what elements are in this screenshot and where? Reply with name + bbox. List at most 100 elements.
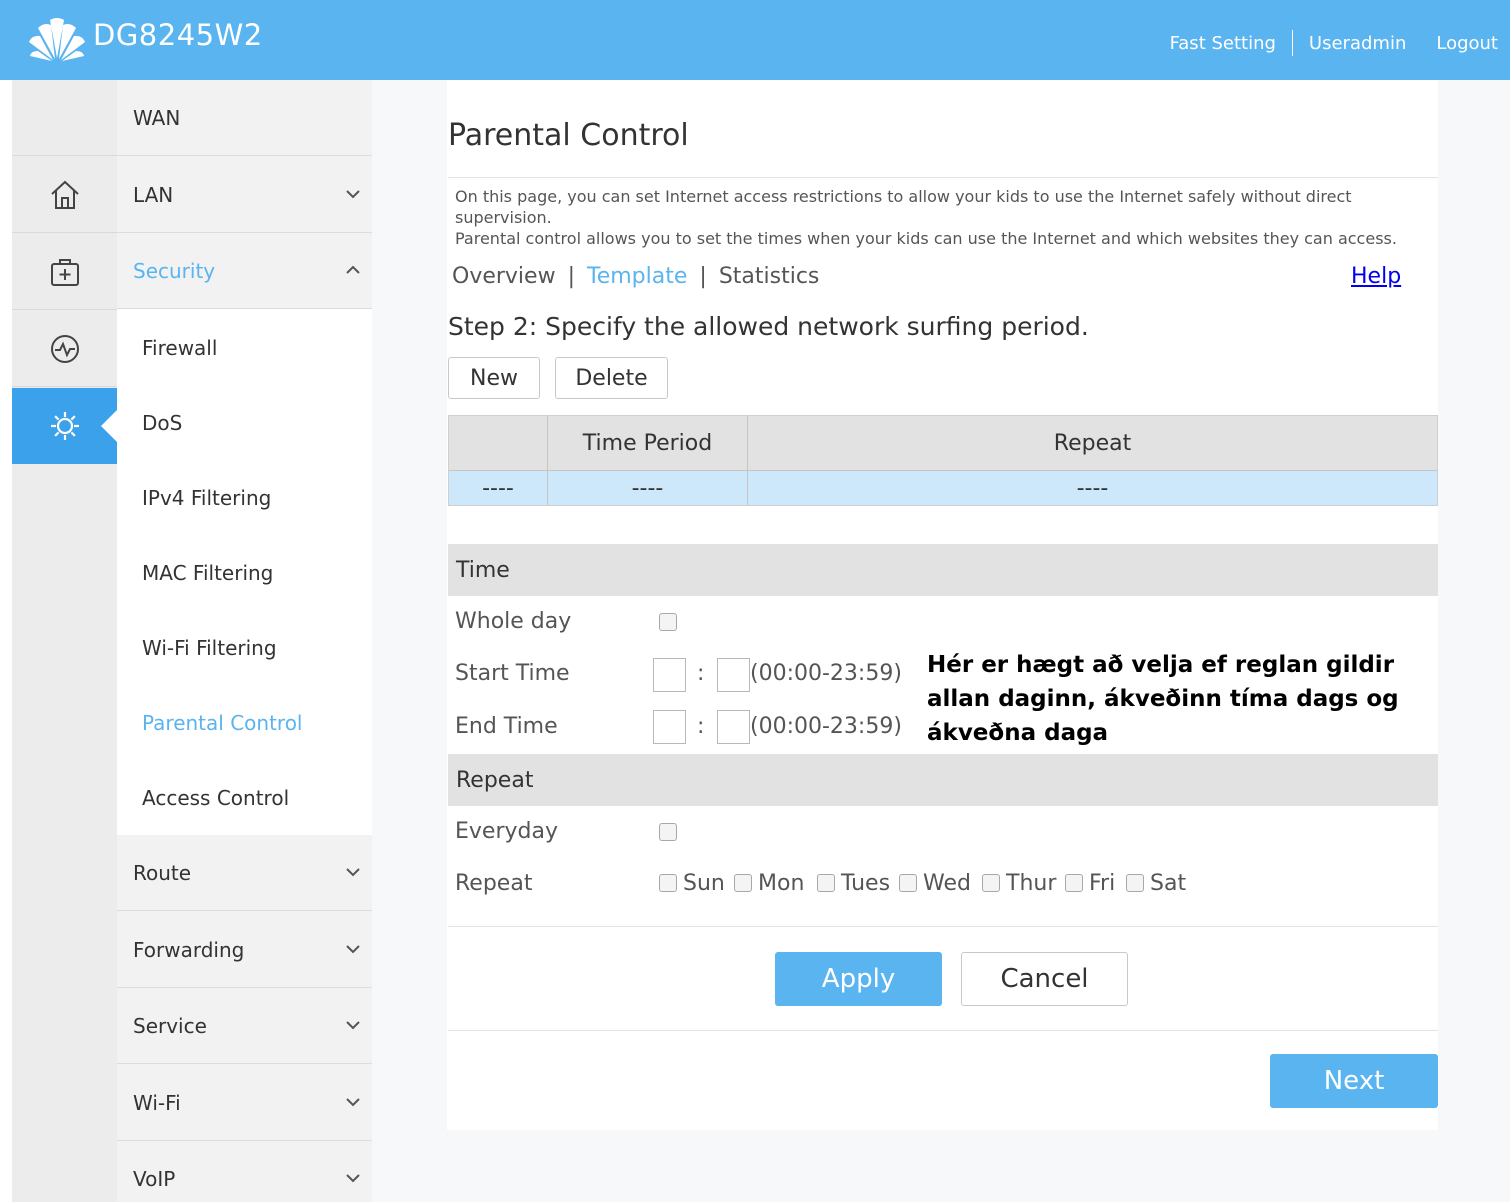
everyday-checkbox[interactable] xyxy=(659,823,677,841)
annotation-note: Hér er hægt að velja ef reglan gildir al… xyxy=(927,648,1427,750)
menu-forwarding[interactable]: Forwarding xyxy=(117,912,372,988)
day-checkbox-wed[interactable] xyxy=(899,874,917,892)
menu-voip[interactable]: VoIP xyxy=(117,1141,372,1202)
day-checkbox-tues[interactable] xyxy=(817,874,835,892)
menu-security[interactable]: Security xyxy=(117,233,372,309)
footer-divider xyxy=(448,1030,1438,1031)
menu-service[interactable]: Service xyxy=(117,988,372,1064)
annotation-line-1: Hér er hægt að velja ef reglan gildir xyxy=(927,652,1395,678)
end-time-label: End Time xyxy=(455,714,558,739)
start-time-label: Start Time xyxy=(455,661,570,686)
row-repeat: ---- xyxy=(1076,475,1109,501)
day-checkbox-sat[interactable] xyxy=(1126,874,1144,892)
day-checkbox-sun[interactable] xyxy=(659,874,677,892)
title-divider xyxy=(448,177,1438,178)
menu-lan-label: LAN xyxy=(133,182,174,207)
annotation-line-2: allan daginn, ákveðinn tíma dags og xyxy=(927,686,1399,712)
menu-security-label: Security xyxy=(133,258,216,283)
column-divider xyxy=(747,416,748,505)
column-divider xyxy=(547,416,548,505)
step-heading: Step 2: Specify the allowed network surf… xyxy=(448,312,1089,341)
day-label-sun: Sun xyxy=(683,871,725,896)
tab-statistics[interactable]: Statistics xyxy=(719,264,820,289)
tab-bar: Overview | Template | Statistics xyxy=(452,264,819,289)
chevron-down-icon xyxy=(346,190,360,199)
apply-button[interactable]: Apply xyxy=(775,952,942,1006)
cancel-button[interactable]: Cancel xyxy=(961,952,1128,1006)
rail-home[interactable] xyxy=(12,157,117,233)
end-time-range: (00:00-23:59) xyxy=(750,714,902,739)
repeat-days-label: Repeat xyxy=(455,871,533,896)
day-checkbox-fri[interactable] xyxy=(1065,874,1083,892)
day-label-fri: Fri xyxy=(1089,871,1116,896)
day-label-tues: Tues xyxy=(841,871,891,896)
home-icon xyxy=(50,180,79,209)
repeat-section-header: Repeat xyxy=(448,754,1438,806)
day-checkbox-thur[interactable] xyxy=(982,874,1000,892)
submenu-parental-control[interactable]: Parental Control xyxy=(142,711,303,735)
day-checkbox-mon[interactable] xyxy=(734,874,752,892)
tab-separator: | xyxy=(567,264,575,289)
start-time-colon: : xyxy=(697,661,705,686)
tab-template[interactable]: Template xyxy=(587,264,687,289)
fast-setting-link[interactable]: Fast Setting xyxy=(1170,33,1276,54)
top-header: DG8245W2 Fast Setting Useradmin Logout xyxy=(0,0,1510,80)
end-hour-input[interactable] xyxy=(653,710,686,744)
table-header: Time Period Repeat xyxy=(449,416,1437,470)
delete-button[interactable]: Delete xyxy=(555,357,668,399)
chevron-down-icon xyxy=(346,1174,360,1183)
help-link[interactable]: Help xyxy=(1351,264,1401,289)
medical-kit-icon xyxy=(50,258,79,286)
rail-maintenance[interactable] xyxy=(12,234,117,310)
submenu-mac-filtering[interactable]: MAC Filtering xyxy=(142,561,273,585)
chevron-down-icon xyxy=(346,1021,360,1030)
day-label-mon: Mon xyxy=(758,871,805,896)
menu-lan[interactable]: LAN xyxy=(117,157,372,233)
menu-wan[interactable]: WAN xyxy=(117,80,372,156)
tab-separator: | xyxy=(699,264,707,289)
end-time-colon: : xyxy=(697,714,705,739)
rail-blank xyxy=(12,80,117,156)
form-divider xyxy=(448,926,1438,927)
chevron-down-icon xyxy=(346,1098,360,1107)
description-line-2: Parental control allows you to set the t… xyxy=(455,229,1397,248)
tab-overview[interactable]: Overview xyxy=(452,264,556,289)
table-row[interactable]: ---- ---- ---- xyxy=(449,470,1437,505)
rail-advanced[interactable] xyxy=(12,388,117,464)
page-description: On this page, you can set Internet acces… xyxy=(455,186,1445,249)
everyday-label: Everyday xyxy=(455,819,558,844)
menu-wan-label: WAN xyxy=(133,105,181,130)
new-button[interactable]: New xyxy=(448,357,540,399)
next-button[interactable]: Next xyxy=(1270,1054,1438,1108)
submenu-access-control[interactable]: Access Control xyxy=(142,786,289,810)
chevron-down-icon xyxy=(346,945,360,954)
header-time-period: Time Period xyxy=(582,430,713,456)
start-hour-input[interactable] xyxy=(653,658,686,692)
row-select: ---- xyxy=(482,475,514,501)
rail-status[interactable] xyxy=(12,311,117,387)
menu-route[interactable]: Route xyxy=(117,835,372,911)
description-line-1: On this page, you can set Internet acces… xyxy=(455,187,1352,227)
submenu-ipv4-filtering[interactable]: IPv4 Filtering xyxy=(142,486,271,510)
logout-link[interactable]: Logout xyxy=(1436,33,1498,54)
security-submenu: Firewall DoS IPv4 Filtering MAC Filterin… xyxy=(117,309,372,835)
start-minute-input[interactable] xyxy=(717,658,750,692)
day-label-wed: Wed xyxy=(923,871,971,896)
chevron-down-icon xyxy=(346,868,360,877)
useradmin-link[interactable]: Useradmin xyxy=(1309,33,1406,54)
submenu-dos[interactable]: DoS xyxy=(142,411,182,435)
submenu-firewall[interactable]: Firewall xyxy=(142,336,217,360)
active-indicator xyxy=(101,410,117,442)
day-label-thur: Thur xyxy=(1006,871,1057,896)
row-time-period: ---- xyxy=(631,475,664,501)
time-section-header: Time xyxy=(448,544,1438,596)
end-minute-input[interactable] xyxy=(717,710,750,744)
page-title: Parental Control xyxy=(448,118,689,153)
whole-day-label: Whole day xyxy=(455,609,572,634)
period-table: Time Period Repeat ---- ---- ---- xyxy=(448,415,1438,506)
submenu-wifi-filtering[interactable]: Wi-Fi Filtering xyxy=(142,636,277,660)
whole-day-checkbox[interactable] xyxy=(659,613,677,631)
monitor-pulse-icon xyxy=(50,334,79,363)
menu-forwarding-label: Forwarding xyxy=(133,937,245,962)
menu-wifi[interactable]: Wi-Fi xyxy=(117,1065,372,1141)
